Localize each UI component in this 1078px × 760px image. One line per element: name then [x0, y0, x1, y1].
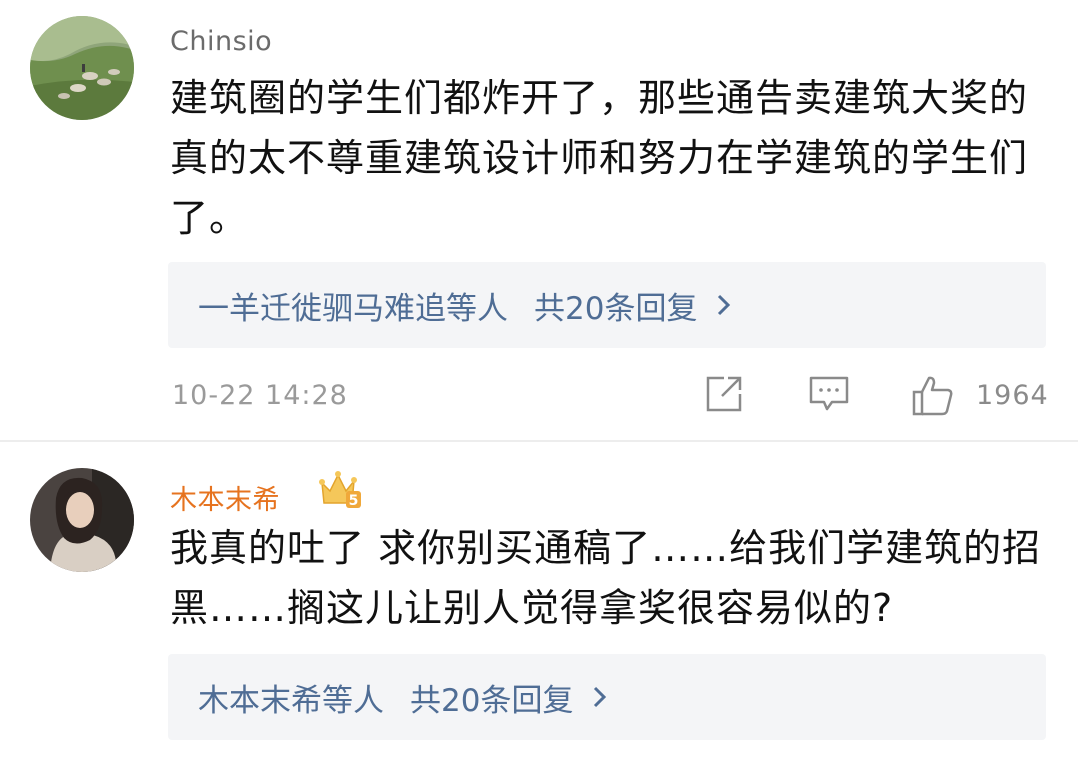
replies-preview[interactable]: 木本末希等人 共20条回复	[168, 654, 1046, 740]
comment-feed: Chinsio 建筑圈的学生们都炸开了，那些通告卖建筑大奖的真的太不尊重建筑设计…	[0, 0, 1078, 760]
badge-level: 5	[349, 493, 359, 509]
chevron-right-icon	[593, 686, 607, 708]
username[interactable]: 木本末希	[170, 478, 280, 517]
crown-icon: 5	[318, 469, 362, 513]
comment-text: 我真的吐了 求你别买通稿了……给我们学建筑的招黑……搁这儿让别人觉得拿奖很容易似…	[170, 526, 1042, 630]
avatar[interactable]	[30, 468, 134, 572]
replies-count: 共20条回复	[410, 682, 574, 719]
comment-item: 木本末希 5 我真的吐了 求你别买通稿了……给我们学建筑的招黑……搁这儿让别人觉…	[0, 0, 1078, 760]
replies-users: 木本末希等人	[198, 682, 384, 719]
